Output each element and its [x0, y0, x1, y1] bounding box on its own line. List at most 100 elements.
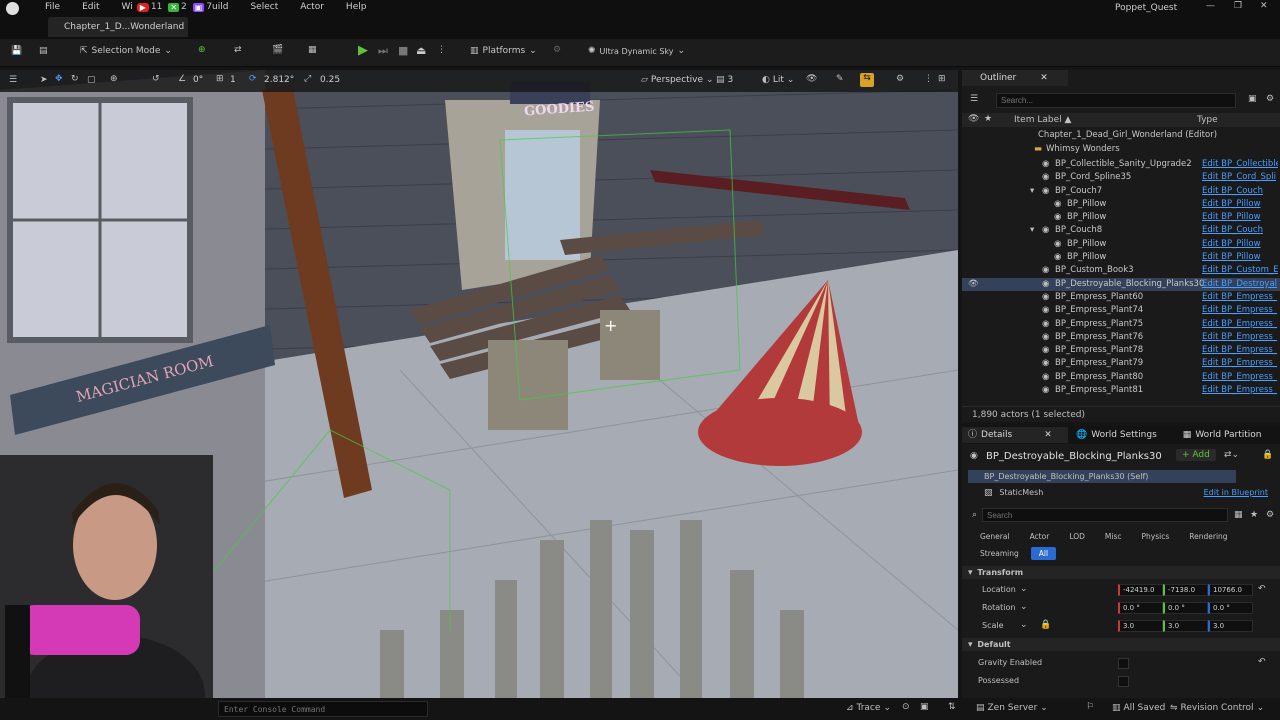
outliner-row[interactable]: ◉ BP_Cord_Spline35 Edit BP_Cord_Spli [962, 171, 1280, 184]
layout-dropdown[interactable]: ▤ 3 [716, 75, 733, 85]
reset-icon[interactable]: ↶ [1258, 584, 1266, 594]
chevron-down-icon[interactable]: ⌄ [1020, 584, 1028, 594]
menu-help[interactable]: Help [346, 2, 367, 12]
cinematics-icon[interactable]: 🎬 [272, 45, 283, 55]
outliner-row-type[interactable]: Edit BP_Empress_ [1202, 331, 1278, 344]
tab-world-settings[interactable]: 🌐 World Settings [1076, 427, 1157, 443]
location-x[interactable]: -42419.0 [1118, 584, 1163, 596]
filter-general[interactable]: General [972, 530, 1018, 543]
outliner-row-type[interactable]: Edit BP_Empress_ [1202, 357, 1278, 370]
outliner-row[interactable]: ◉ BP_Custom_Book3 Edit BP_Custom_E [962, 264, 1280, 277]
outliner-row[interactable]: ◉ BP_Empress_Plant75 Edit BP_Empress_ [962, 318, 1280, 331]
viewport-settings-icon[interactable]: ⚙ [896, 74, 904, 84]
outliner-settings-icon[interactable]: ⚙ [1266, 94, 1274, 104]
location-z[interactable]: 10766.0 [1208, 584, 1253, 596]
menu-file[interactable]: File [45, 2, 60, 12]
outliner-row-type[interactable]: Edit BP_Empress_ [1202, 304, 1278, 317]
outliner-row-type[interactable]: Edit BP_Pillow [1202, 211, 1278, 224]
play-icon[interactable]: ▶ [358, 43, 368, 58]
filter-lod[interactable]: LOD [1061, 530, 1093, 543]
zen-server-dropdown[interactable]: ▤ Zen Server ⌄ [976, 703, 1048, 713]
play-next-frame-icon[interactable]: ⏭ [378, 44, 388, 58]
filter-icon[interactable]: ☰ [970, 94, 978, 104]
add-component-button[interactable]: + Add [1176, 449, 1216, 461]
item-label-column[interactable]: Item Label ▲ [1014, 115, 1071, 125]
edit-in-blueprint-link[interactable]: Edit in Blueprint [1204, 486, 1268, 499]
folder-row[interactable]: ▬ Whimsy Wonders [962, 143, 1280, 156]
add-folder-icon[interactable]: ▣ [1248, 94, 1257, 104]
outliner-row-type[interactable]: Edit BP_Cord_Spli [1202, 171, 1278, 184]
outliner-row-type[interactable]: Edit BP_Pillow [1202, 238, 1278, 251]
filter-streaming[interactable]: Streaming [972, 547, 1027, 560]
lock-icon[interactable]: 🔒 [1262, 450, 1273, 460]
stop-icon[interactable]: ■ [398, 44, 408, 57]
menu-build[interactable]: uild [212, 2, 228, 12]
settings-icon[interactable]: ⚙ [553, 45, 561, 55]
outliner-row-type[interactable]: Edit BP_Destroyal [1202, 278, 1278, 291]
edit-tools-icon[interactable]: ✎ [836, 74, 844, 84]
tab-details[interactable]: ⓘ Details ✕ [962, 427, 1068, 443]
camera-icon[interactable]: ▣ [920, 702, 929, 712]
save-icon[interactable]: 💾 [11, 46, 22, 56]
type-column[interactable]: Type [1197, 115, 1218, 125]
outliner-row-type[interactable]: Edit BP_Couch [1202, 224, 1278, 237]
scale-snap-value[interactable]: 0.25 [320, 75, 340, 85]
scale-x[interactable]: 3.0 [1118, 620, 1163, 632]
filter-misc[interactable]: Misc [1097, 530, 1130, 543]
outliner-row[interactable]: 👁 ◉ BP_Destroyable_Blocking_Planks30 Edit B… [962, 277, 1280, 291]
expand-chevron-icon[interactable]: ▾ [1030, 185, 1034, 198]
filter-all[interactable]: All [1030, 547, 1057, 560]
outliner-row[interactable]: ▾ ◉ BP_Couch7 Edit BP_Couch [962, 185, 1280, 198]
menu-window[interactable]: Wi [122, 2, 133, 12]
notifications-icon[interactable]: ⚐ [1086, 702, 1094, 712]
outliner-row[interactable]: ◉ BP_Pillow Edit BP_Pillow [962, 211, 1280, 224]
rotate-tool-icon[interactable]: ↻ [71, 74, 79, 84]
outliner-row-type[interactable]: Edit BP_Pillow [1202, 198, 1278, 211]
level-row[interactable]: Chapter_1_Dead_Girl_Wonderland (Editor) [962, 129, 1280, 142]
filter-physics[interactable]: Physics [1134, 530, 1178, 543]
close-button[interactable]: ✕ [1260, 1, 1268, 11]
camera-speed-icon[interactable]: ⟳ [249, 74, 257, 84]
rotation-y[interactable]: 0.0 ° [1163, 602, 1208, 614]
outliner-row-type[interactable]: Edit BP_Collectible [1202, 158, 1278, 171]
tab-world-partition[interactable]: ▦ World Partition [1183, 427, 1262, 443]
static-mesh-row[interactable]: ▨ StaticMesh Edit in Blueprint [968, 486, 1274, 499]
details-settings-icon[interactable]: ⚙ [1266, 510, 1274, 520]
surface-snap-icon[interactable]: ↺ [152, 74, 160, 84]
outliner-row-type[interactable]: Edit BP_Empress_ [1202, 291, 1278, 304]
actor-name[interactable]: BP_Destroyable_Blocking_Planks30 [986, 451, 1162, 462]
scale-tool-icon[interactable]: ▢ [87, 75, 96, 85]
minimize-button[interactable]: — [1206, 1, 1215, 11]
menu-actor[interactable]: Actor [300, 2, 324, 12]
highlight-toggle-icon[interactable]: ⇆ [860, 73, 874, 87]
build-icon[interactable]: ▦ [308, 45, 317, 55]
location-y[interactable]: -7138.0 [1163, 584, 1208, 596]
restore-button[interactable]: ❐ [1234, 1, 1242, 11]
close-icon[interactable]: ✕ [1040, 70, 1048, 86]
viewport-menu-icon[interactable]: ☰ [9, 75, 17, 85]
world-space-icon[interactable]: ⊕ [110, 74, 118, 84]
console-command-input[interactable] [218, 701, 428, 717]
angle-snap-value[interactable]: 0° [193, 75, 203, 85]
outliner-row[interactable]: ◉ BP_Empress_Plant78 Edit BP_Empress_ [962, 344, 1280, 357]
outliner-row[interactable]: ◉ BP_Empress_Plant60 Edit BP_Empress_ [962, 291, 1280, 304]
self-component-row[interactable]: BP_Destroyable_Blocking_Planks30 (Self) [968, 470, 1236, 483]
chevron-down-icon[interactable]: ⌄ [1020, 602, 1028, 612]
content-browser-icon[interactable]: ▤ [39, 46, 48, 56]
transform-gizmo-icon[interactable]: + [604, 316, 617, 335]
outliner-row-type[interactable]: Edit BP_Empress_ [1202, 384, 1278, 397]
scale-z[interactable]: 3.0 [1208, 620, 1253, 632]
outliner-search-input[interactable] [996, 93, 1236, 108]
maximize-viewport-icon[interactable]: ⊞ [938, 74, 946, 84]
show-flags-icon[interactable]: 👁 [806, 74, 817, 84]
unreal-logo-icon[interactable] [6, 2, 19, 15]
scale-label[interactable]: Scale [982, 621, 1004, 630]
outliner-row-type[interactable]: Edit BP_Custom_E [1202, 264, 1278, 277]
all-saved-indicator[interactable]: ▥ All Saved [1112, 703, 1165, 713]
rotation-z[interactable]: 0.0 ° [1208, 602, 1253, 614]
play-options-icon[interactable]: ⋮ [437, 45, 446, 55]
add-actor-icon[interactable]: ⊕ [198, 45, 206, 55]
outliner-row-type[interactable]: Edit BP_Empress_ [1202, 344, 1278, 357]
visibility-icon[interactable]: 👁 [968, 278, 979, 291]
eject-icon[interactable]: ⏏ [416, 44, 426, 57]
